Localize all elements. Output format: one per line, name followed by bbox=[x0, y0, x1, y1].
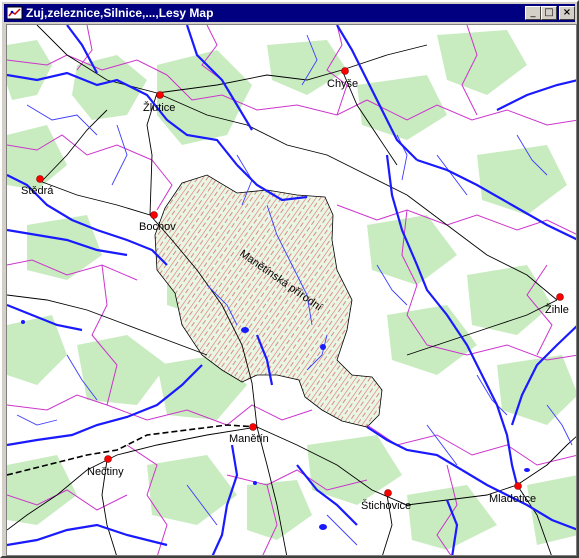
town-label: Bochov bbox=[139, 221, 176, 233]
minimize-icon: _ bbox=[530, 7, 536, 18]
town-dot-icon[interactable] bbox=[556, 293, 564, 301]
town-label: Mladotice bbox=[489, 493, 536, 505]
maximize-icon: □ bbox=[544, 7, 554, 18]
map-canvas[interactable]: Manětínská přírodní Chyše Žlutice Stědrá… bbox=[6, 24, 577, 556]
close-button[interactable]: × bbox=[559, 6, 575, 20]
town-marker[interactable]: Žihle bbox=[545, 293, 569, 317]
town-dot-icon[interactable] bbox=[36, 175, 44, 183]
map-app-icon bbox=[7, 6, 23, 20]
town-label: Manětín bbox=[229, 433, 269, 445]
maximize-button[interactable]: □ bbox=[541, 6, 557, 20]
town-dot-icon[interactable] bbox=[341, 67, 349, 75]
town-label: Stědrá bbox=[21, 185, 54, 197]
town-dot-icon[interactable] bbox=[514, 482, 522, 490]
town-label: Nečtiny bbox=[87, 466, 124, 478]
town-marker[interactable]: Nečtiny bbox=[87, 455, 124, 479]
map-svg[interactable]: Manětínská přírodní Chyše Žlutice Stědrá… bbox=[7, 25, 577, 556]
title-bar[interactable]: Zuj,zeleznice,Silnice,...,Lesy Map _ □ × bbox=[4, 4, 575, 22]
map-window: Zuj,zeleznice,Silnice,...,Lesy Map _ □ × bbox=[0, 0, 579, 558]
town-label: Žlutice bbox=[143, 101, 175, 114]
town-dot-icon[interactable] bbox=[150, 211, 158, 219]
town-dot-icon[interactable] bbox=[384, 489, 392, 497]
town-dot-icon[interactable] bbox=[249, 423, 257, 431]
window-title: Zuj,zeleznice,Silnice,...,Lesy Map bbox=[26, 6, 214, 20]
town-dot-icon[interactable] bbox=[104, 455, 112, 463]
town-label: Štichovice bbox=[361, 499, 411, 512]
town-dot-icon[interactable] bbox=[156, 91, 164, 99]
minimize-button[interactable]: _ bbox=[525, 6, 541, 20]
town-label: Žihle bbox=[545, 303, 569, 316]
town-label: Chyše bbox=[327, 78, 358, 90]
close-icon: × bbox=[562, 7, 572, 18]
